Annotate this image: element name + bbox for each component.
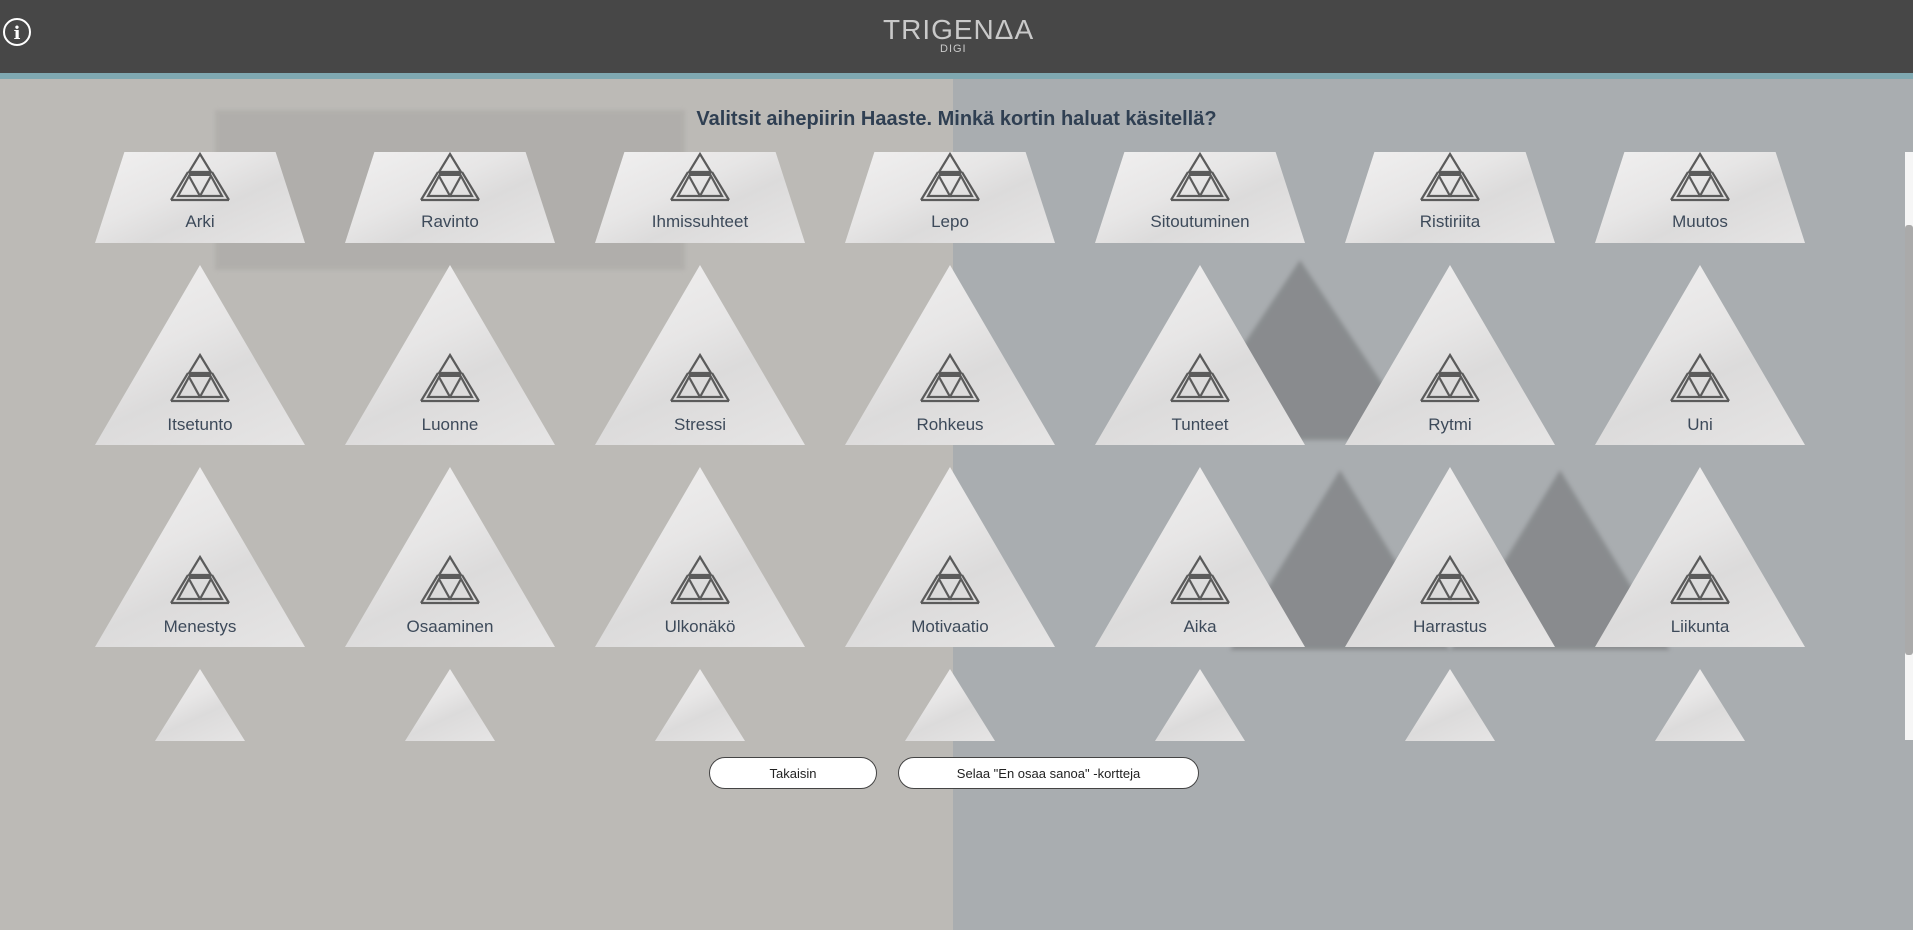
card-partial[interactable] (155, 669, 245, 741)
card-menestys[interactable]: Menestys (95, 467, 305, 647)
card-shape (1405, 669, 1495, 741)
card-itsetunto[interactable]: Itsetunto (95, 265, 305, 445)
card-label: Rohkeus (916, 415, 984, 434)
card-lepo[interactable]: Lepo (845, 151, 1055, 243)
card-partial[interactable] (905, 669, 995, 741)
trigenda-triangle-icon (417, 352, 483, 403)
card-shape (405, 669, 495, 741)
card-aika[interactable]: Aika (1095, 467, 1305, 647)
trigenda-triangle-icon (917, 554, 983, 605)
card-label: Muutos (1672, 212, 1728, 231)
card-partial[interactable] (405, 669, 495, 741)
card-stressi[interactable]: Stressi (595, 265, 805, 445)
card-label: Motivaatio (911, 617, 989, 636)
trigenda-triangle-icon (667, 352, 733, 403)
trigenda-triangle-icon (1167, 352, 1233, 403)
card-label: Ristiriita (1419, 212, 1481, 231)
card-shape (1155, 669, 1245, 741)
header-accent-line (0, 73, 1913, 79)
card-muutos[interactable]: Muutos (1595, 151, 1805, 243)
card-label: Aika (1183, 617, 1217, 636)
card-arki[interactable]: Arki (95, 151, 305, 243)
card-ristiriita[interactable]: Ristiriita (1345, 151, 1555, 243)
card-uni[interactable]: Uni (1595, 265, 1805, 445)
card-sitoutuminen[interactable]: Sitoutuminen (1095, 151, 1305, 243)
trigenda-triangle-icon (1667, 554, 1733, 605)
card-rohkeus[interactable]: Rohkeus (845, 265, 1055, 445)
browse-cards-button[interactable]: Selaa "En osaa sanoa" -kortteja (898, 757, 1199, 789)
card-shape (155, 669, 245, 741)
page-title: Valitsit aihepiirin Haaste. Minkä kortin… (696, 108, 1217, 130)
app-logo: TRIGENΔA (883, 14, 1035, 45)
card-label: Uni (1687, 415, 1713, 434)
card-partial[interactable] (655, 669, 745, 741)
card-label: Arki (185, 212, 215, 231)
card-partial[interactable] (1155, 669, 1245, 741)
trigenda-triangle-icon (1667, 352, 1733, 403)
card-osaaminen[interactable]: Osaaminen (345, 467, 555, 647)
trigenda-triangle-icon (167, 151, 233, 202)
card-label: Ulkonäkö (664, 617, 736, 636)
card-ihmissuhteet[interactable]: Ihmissuhteet (595, 151, 805, 243)
card-label: Osaaminen (406, 617, 494, 636)
card-harrastus[interactable]: Harrastus (1345, 467, 1555, 647)
card-label: Rytmi (1428, 415, 1472, 434)
trigenda-triangle-icon (1417, 554, 1483, 605)
trigenda-triangle-icon (1167, 151, 1233, 202)
card-label: Ihmissuhteet (651, 212, 749, 231)
top-bar: i TRIGENΔA DIGI (0, 0, 1913, 73)
card-ravinto[interactable]: Ravinto (345, 151, 555, 243)
scrollbar-thumb[interactable] (1905, 225, 1913, 655)
card-label: Tunteet (1171, 415, 1229, 434)
card-liikunta[interactable]: Liikunta (1595, 467, 1805, 647)
card-motivaatio[interactable]: Motivaatio (845, 467, 1055, 647)
trigenda-triangle-icon (167, 554, 233, 605)
card-tunteet[interactable]: Tunteet (1095, 265, 1305, 445)
app-logo-subtitle: DIGI (940, 43, 967, 55)
trigenda-triangle-icon (1667, 151, 1733, 202)
trigenda-triangle-icon (417, 554, 483, 605)
card-label: Stressi (674, 415, 726, 434)
card-shape (1655, 669, 1745, 741)
trigenda-triangle-icon (1417, 352, 1483, 403)
trigenda-triangle-icon (1167, 554, 1233, 605)
trigenda-triangle-icon (417, 151, 483, 202)
card-label: Liikunta (1670, 617, 1730, 636)
card-luonne[interactable]: Luonne (345, 265, 555, 445)
card-rytmi[interactable]: Rytmi (1345, 265, 1555, 445)
trigenda-triangle-icon (167, 352, 233, 403)
card-label: Lepo (931, 212, 969, 231)
card-partial[interactable] (1655, 669, 1745, 741)
card-label: Ravinto (421, 212, 479, 231)
back-button[interactable]: Takaisin (709, 757, 877, 789)
card-label: Sitoutuminen (1150, 212, 1250, 231)
card-label: Itsetunto (167, 415, 233, 434)
card-label: Luonne (421, 415, 479, 434)
card-shape (905, 669, 995, 741)
trigenda-triangle-icon (667, 554, 733, 605)
info-icon[interactable]: i (3, 18, 31, 46)
trigenda-triangle-icon (917, 352, 983, 403)
card-partial[interactable] (1405, 669, 1495, 741)
trigenda-triangle-icon (917, 151, 983, 202)
card-ulkonäkö[interactable]: Ulkonäkö (595, 467, 805, 647)
card-label: Menestys (163, 617, 237, 636)
trigenda-triangle-icon (1417, 151, 1483, 202)
card-shape (655, 669, 745, 741)
card-label: Harrastus (1413, 617, 1487, 636)
trigenda-triangle-icon (667, 151, 733, 202)
